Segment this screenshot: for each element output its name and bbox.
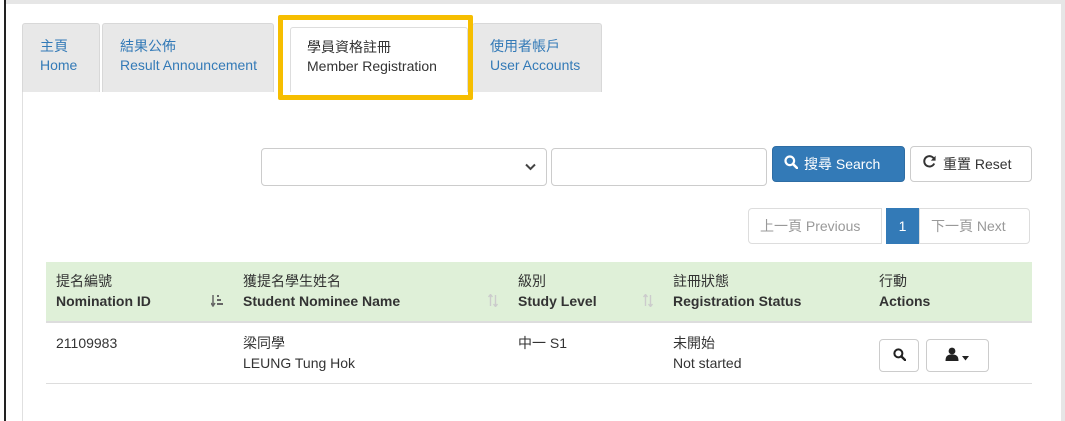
column-header-label-en: Student Nominee Name (243, 293, 401, 309)
tab-member-registration-label-en: Member Registration (307, 58, 437, 74)
column-header-label-en: Actions (879, 293, 931, 309)
table-row: 21109983 梁同學 LEUNG Tung Hok 中一 S1 未開始 No… (46, 322, 1032, 384)
reset-button-label: 重置 Reset (943, 156, 1012, 172)
column-header-label-zh: 級別 (518, 273, 546, 289)
tab-result-announcement[interactable]: 結果公佈 Result Announcement (102, 23, 274, 92)
window-left-border (4, 0, 6, 421)
column-header-label-en: Nomination ID (56, 293, 151, 309)
user-icon (945, 346, 959, 366)
pagination-page-current[interactable]: 1 (886, 208, 919, 244)
tab-user-accounts-label-zh: 使用者帳戶 (490, 38, 560, 54)
column-header-label-zh: 行動 (879, 273, 907, 289)
tab-home[interactable]: 主頁 Home (22, 23, 100, 92)
tab-user-accounts[interactable]: 使用者帳戶 User Accounts (472, 23, 602, 92)
column-header-study-level[interactable]: 級別 Study Level (508, 262, 663, 323)
tab-member-registration-label-zh: 學員資格註冊 (307, 39, 391, 55)
pagination-next[interactable]: 下一頁 Next (919, 208, 1030, 244)
column-header-label-en: Registration Status (673, 293, 802, 309)
tab-member-registration[interactable]: 學員資格註冊 Member Registration (290, 27, 468, 93)
search-button[interactable]: 搜尋 Search (772, 146, 905, 182)
chevron-down-icon (525, 160, 536, 174)
cell-nomination-id: 21109983 (46, 322, 233, 384)
search-icon (784, 147, 799, 181)
column-header-label-en: Study Level (518, 293, 597, 309)
cell-actions (869, 322, 1032, 384)
registration-table: 提名編號 Nomination ID 獲提名學生姓名 Student Nomin… (46, 262, 1032, 384)
status-en: Not started (673, 355, 742, 371)
column-header-label-zh: 獲提名學生姓名 (243, 273, 341, 289)
column-header-label-zh: 提名編號 (56, 273, 112, 289)
search-input[interactable] (551, 148, 767, 186)
window-right-edge (1061, 0, 1065, 421)
tab-result-announcement-label-en: Result Announcement (120, 57, 257, 73)
column-header-registration-status: 註冊狀態 Registration Status (663, 262, 869, 323)
user-menu-dropdown-button[interactable] (925, 339, 989, 372)
sort-icon (487, 293, 499, 313)
pagination-previous[interactable]: 上一頁 Previous (748, 208, 882, 244)
pagination: 上一頁 Previous 1 下一頁 Next (748, 208, 1030, 244)
window-top-edge (4, 0, 1065, 4)
student-name-en: LEUNG Tung Hok (243, 355, 356, 371)
cell-student-name: 梁同學 LEUNG Tung Hok (233, 322, 508, 384)
sort-icon (642, 293, 654, 313)
tab-home-label-en: Home (40, 57, 78, 73)
search-button-label: 搜尋 Search (804, 156, 881, 172)
column-header-student-name[interactable]: 獲提名學生姓名 Student Nominee Name (233, 262, 508, 323)
sort-ascending-icon (210, 293, 223, 313)
table-header-row: 提名編號 Nomination ID 獲提名學生姓名 Student Nomin… (46, 262, 1032, 323)
cell-study-level: 中一 S1 (508, 322, 663, 384)
tab-home-label-zh: 主頁 (40, 38, 68, 54)
student-name-zh: 梁同學 (243, 335, 285, 351)
search-icon (892, 346, 906, 366)
column-header-actions: 行動 Actions (869, 262, 1032, 323)
tab-user-accounts-label-en: User Accounts (490, 57, 581, 73)
reset-button[interactable]: 重置 Reset (910, 146, 1032, 182)
status-zh: 未開始 (673, 335, 715, 351)
refresh-icon (922, 147, 937, 181)
caret-down-icon (962, 346, 970, 366)
column-header-label-zh: 註冊狀態 (673, 273, 729, 289)
cell-registration-status: 未開始 Not started (663, 322, 869, 384)
column-header-nomination-id[interactable]: 提名編號 Nomination ID (46, 262, 233, 323)
filter-select[interactable] (261, 148, 547, 186)
tab-result-announcement-label-zh: 結果公佈 (120, 38, 176, 54)
view-button[interactable] (879, 339, 919, 372)
